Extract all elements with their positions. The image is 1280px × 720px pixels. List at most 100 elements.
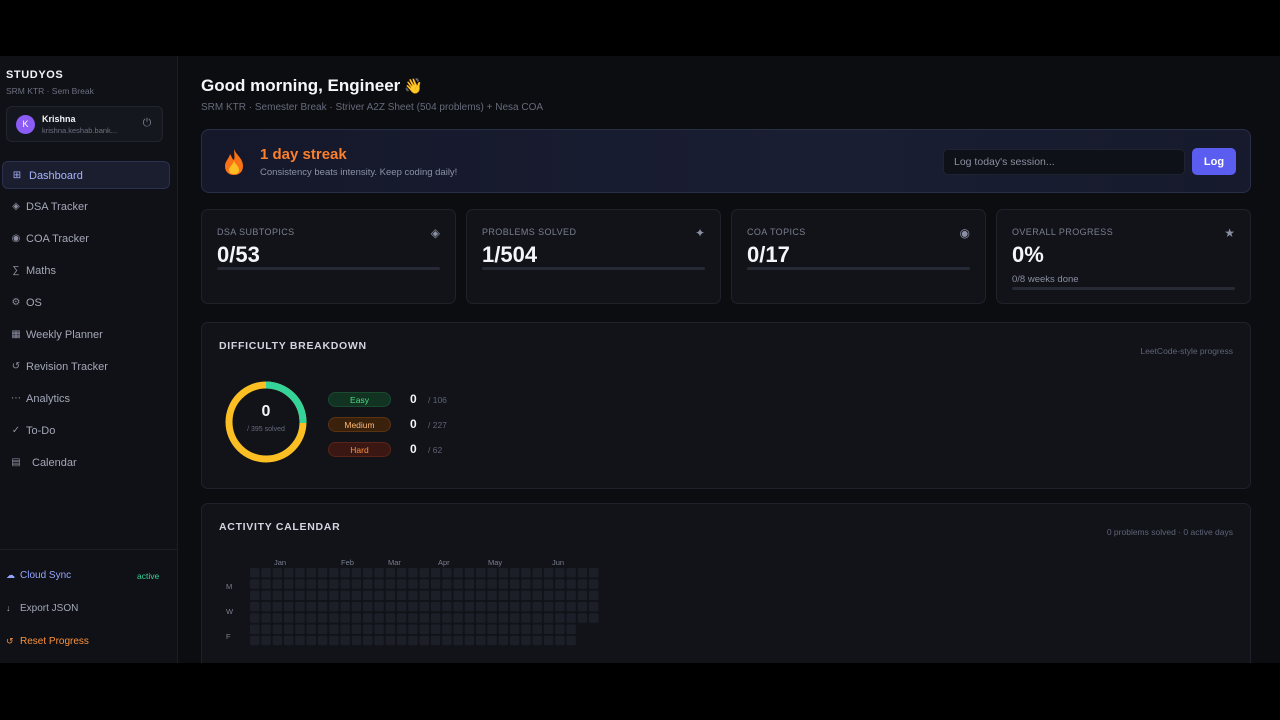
log-session-input[interactable] bbox=[943, 149, 1185, 175]
heatmap-cell bbox=[476, 601, 486, 612]
power-icon[interactable]: ⏻ bbox=[141, 117, 153, 129]
heatmap-cell bbox=[419, 635, 429, 646]
user-card[interactable]: K Krishna krishna.keshab.bank... ⏻ bbox=[6, 106, 163, 142]
heatmap-cell bbox=[261, 601, 271, 612]
heatmap-cell bbox=[408, 635, 418, 646]
heatmap-cell bbox=[340, 624, 350, 634]
sidebar-item-revision-tracker[interactable]: ↺ Revision Tracker bbox=[2, 353, 170, 381]
easy-badge: Easy bbox=[328, 392, 391, 407]
dots-icon: ⋯ bbox=[11, 393, 21, 404]
heatmap-cell bbox=[295, 590, 305, 601]
heatmap-cell bbox=[306, 635, 316, 646]
sidebar-item-label: DSA Tracker bbox=[26, 201, 88, 213]
heatmap-cell bbox=[396, 568, 407, 578]
heatmap-cell bbox=[317, 613, 328, 623]
heatmap-cell bbox=[566, 635, 576, 646]
reset-progress-button[interactable]: ↺ Reset Progress bbox=[6, 636, 89, 647]
heatmap-cell bbox=[419, 579, 429, 589]
heatmap-cell bbox=[363, 613, 373, 623]
heatmap-cell bbox=[374, 635, 384, 646]
heatmap-cell bbox=[374, 613, 384, 623]
heatmap-cell bbox=[498, 635, 509, 646]
heatmap-cell bbox=[464, 601, 475, 612]
export-json-button[interactable]: ↓ Export JSON bbox=[6, 603, 78, 614]
heatmap-cell bbox=[577, 601, 588, 612]
heatmap-cell bbox=[306, 613, 316, 623]
medium-count: 0 bbox=[410, 417, 417, 431]
heatmap-cell bbox=[351, 590, 362, 601]
heatmap-cell bbox=[566, 579, 576, 589]
heatmap-cell bbox=[385, 635, 396, 646]
heatmap-cell bbox=[509, 568, 520, 578]
heatmap-cell bbox=[250, 590, 260, 601]
heatmap-cell bbox=[317, 601, 328, 612]
progress-bar bbox=[217, 267, 440, 270]
sidebar-item-dashboard[interactable]: ⊞ Dashboard bbox=[2, 161, 170, 189]
heatmap-cell bbox=[385, 568, 396, 578]
heatmap-cell bbox=[419, 590, 429, 601]
month-label: Apr bbox=[438, 558, 450, 567]
sidebar-item-label: COA Tracker bbox=[26, 233, 89, 245]
sidebar-item-todo[interactable]: ✓ To-Do bbox=[2, 417, 170, 445]
heatmap-cell bbox=[363, 568, 373, 578]
heatmap-cell bbox=[340, 579, 350, 589]
heatmap-cell bbox=[555, 568, 565, 578]
heatmap-cell bbox=[566, 613, 576, 623]
weekday-label: M bbox=[226, 582, 233, 591]
sidebar-item-calendar[interactable]: ▤ Calendar bbox=[2, 449, 170, 477]
heatmap-cell bbox=[498, 601, 509, 612]
cloud-sync-button[interactable]: ☁ Cloud Sync bbox=[6, 570, 71, 581]
hard-badge: Hard bbox=[328, 442, 391, 457]
sidebar-item-dsa-tracker[interactable]: ◈ DSA Tracker bbox=[2, 193, 170, 221]
sidebar-item-weekly-planner[interactable]: ▦ Weekly Planner bbox=[2, 321, 170, 349]
heatmap-cell bbox=[464, 579, 475, 589]
heatmap-cell bbox=[532, 613, 542, 623]
heatmap-cell bbox=[408, 601, 418, 612]
heatmap-cell bbox=[476, 568, 486, 578]
log-button[interactable]: Log bbox=[1192, 148, 1236, 175]
heatmap-cell bbox=[555, 601, 565, 612]
page-title: Good morning, Engineer 👋 bbox=[201, 76, 423, 96]
heatmap-cell bbox=[272, 601, 283, 612]
donut-center-value: 0 bbox=[261, 403, 271, 420]
heatmap-cell bbox=[340, 613, 350, 623]
heatmap-cell bbox=[306, 624, 316, 634]
heatmap-cell bbox=[329, 579, 339, 589]
sidebar-item-coa-tracker[interactable]: ◉ COA Tracker bbox=[2, 225, 170, 253]
heatmap-cell bbox=[442, 590, 452, 601]
page-subtitle: SRM KTR · Semester Break · Striver A2Z S… bbox=[201, 102, 544, 113]
heatmap-cell bbox=[476, 579, 486, 589]
sidebar-item-analytics[interactable]: ⋯ Analytics bbox=[2, 385, 170, 413]
stat-label: COA TOPICS bbox=[747, 227, 806, 237]
heatmap-cell bbox=[408, 590, 418, 601]
heatmap-cell bbox=[453, 568, 463, 578]
heatmap-cell bbox=[487, 568, 497, 578]
easy-total: / 106 bbox=[428, 395, 447, 405]
heatmap-cell bbox=[487, 613, 497, 623]
sidebar-divider bbox=[0, 549, 178, 550]
sidebar-item-os[interactable]: ⚙ OS bbox=[2, 289, 170, 317]
sidebar-item-maths[interactable]: ∑ Maths bbox=[2, 257, 170, 285]
heatmap-cell bbox=[363, 601, 373, 612]
heatmap-cell bbox=[317, 635, 328, 646]
heatmap-cell bbox=[555, 635, 565, 646]
heatmap-cell bbox=[498, 590, 509, 601]
heatmap-cell bbox=[261, 568, 271, 578]
stat-card-overall-progress: OVERALL PROGRESS ★ 0% 0/8 weeks done bbox=[996, 209, 1251, 304]
heatmap-cell bbox=[577, 579, 588, 589]
heatmap-cell bbox=[509, 613, 520, 623]
heatmap-cell bbox=[329, 590, 339, 601]
heatmap-cell bbox=[453, 635, 463, 646]
heatmap-cell bbox=[351, 635, 362, 646]
heatmap-cell bbox=[261, 613, 271, 623]
heatmap-cell bbox=[577, 590, 588, 601]
heatmap-cell bbox=[351, 613, 362, 623]
month-label: Feb bbox=[341, 558, 354, 567]
medium-badge: Medium bbox=[328, 417, 391, 432]
heatmap-cell bbox=[419, 601, 429, 612]
activity-heatmap bbox=[250, 568, 599, 646]
sidebar-item-label: OS bbox=[26, 297, 42, 309]
heatmap-cell bbox=[532, 579, 542, 589]
medium-total: / 227 bbox=[428, 420, 447, 430]
panel-title: DIFFICULTY BREAKDOWN bbox=[219, 340, 367, 352]
